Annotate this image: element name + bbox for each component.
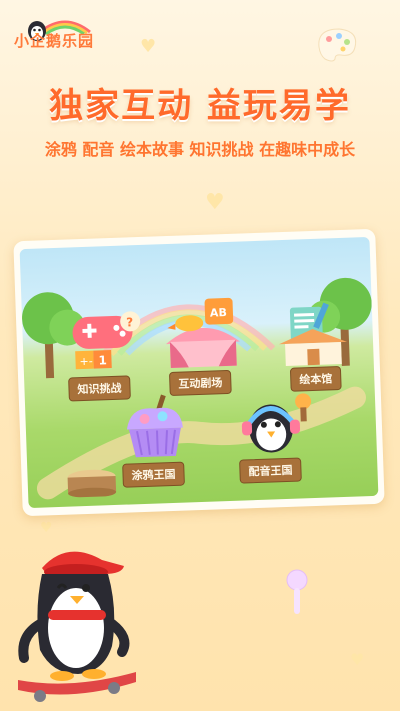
game-picture-book[interactable]: 绘本馆 (272, 298, 355, 392)
svg-text:?: ? (126, 315, 133, 329)
heart-icon: ♥ (140, 36, 157, 57)
heart-icon: ♥ (350, 650, 365, 669)
gamepad-icon: ? +- 1 (72, 311, 141, 370)
page-headline: 独家互动 益玩易学 (49, 86, 351, 126)
headphones-penguin-icon (241, 393, 312, 453)
heart-icon: ♥ (205, 190, 225, 215)
game-label: 绘本馆 (289, 366, 342, 392)
game-label: 配音王国 (239, 457, 302, 484)
svg-text:1: 1 (98, 353, 107, 367)
feature-preview-card: ? +- 1 知识挑战 AB 互动剧场 绘本馆 涂鸦王国 配音王国 (13, 228, 385, 517)
game-dubbing-kingdom[interactable]: 配音王国 (225, 389, 318, 484)
palette-icon (318, 28, 357, 62)
heart-icon: ♥ (40, 520, 53, 536)
game-label: 涂鸦王国 (122, 461, 185, 488)
book-icon (279, 302, 348, 366)
game-label: 互动剧场 (168, 369, 232, 397)
game-knowledge-challenge[interactable]: ? +- 1 知识挑战 (62, 305, 155, 402)
theater-icon: AB (165, 297, 240, 368)
svg-text:AB: AB (210, 306, 227, 320)
penguin-mascot-icon (18, 551, 136, 702)
game-doodle-kingdom[interactable]: 涂鸦王国 (110, 393, 203, 488)
cupcake-paint-icon (126, 394, 183, 458)
microphone-icon (286, 569, 308, 614)
page-subline: 涂鸦 配音 绘本故事 知识挑战 在趣味中成长 (44, 140, 356, 159)
svg-text:+-: +- (79, 355, 93, 368)
logo-text: 小企鹅乐园 (14, 32, 95, 50)
game-interactive-theater[interactable]: AB 互动剧场 (156, 291, 249, 397)
game-scene: ? +- 1 知识挑战 AB 互动剧场 绘本馆 涂鸦王国 配音王国 (19, 236, 379, 509)
